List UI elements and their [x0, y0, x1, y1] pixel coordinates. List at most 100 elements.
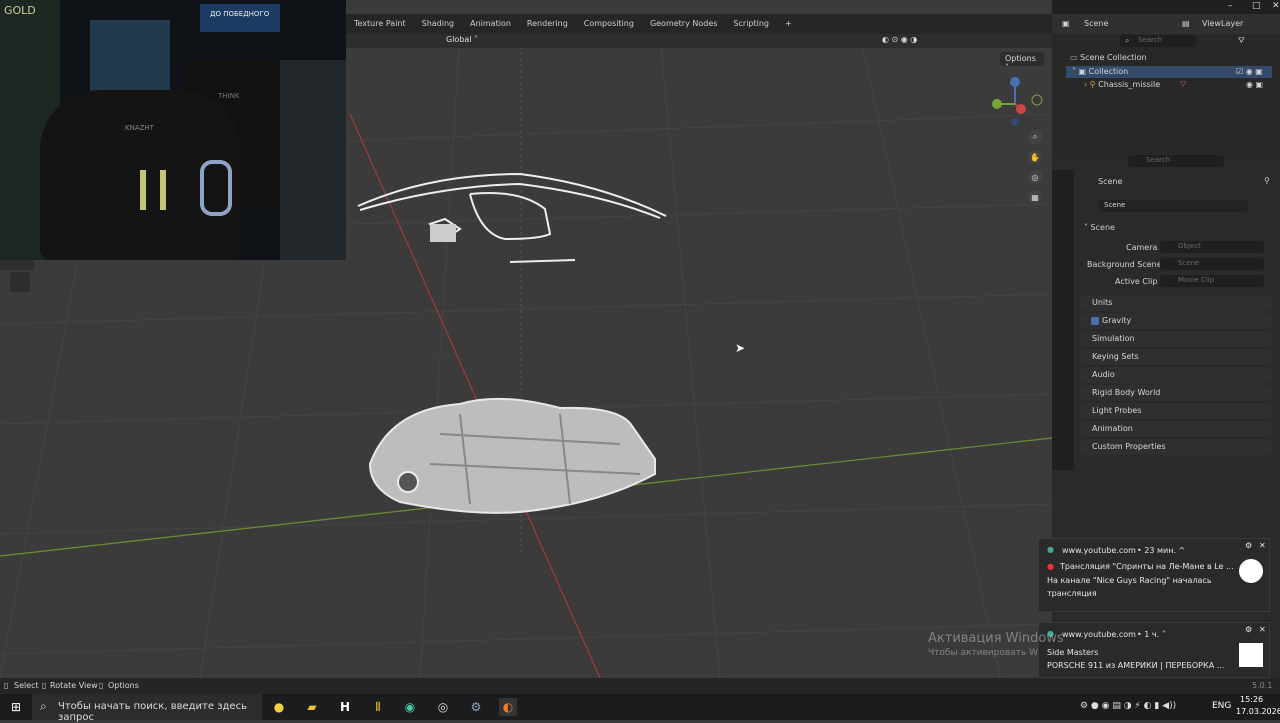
active-clip-field[interactable]: Movie Clip	[1160, 275, 1264, 287]
tab-scripting[interactable]: Scripting	[725, 14, 777, 34]
close-icon[interactable]: ✕	[1259, 625, 1266, 634]
maximize-button[interactable]: □	[1252, 1, 1261, 11]
viewport-shading-icons[interactable]: ◐ ⊙ ◉ ◑	[882, 35, 917, 44]
outliner-item-collection[interactable]: ˅ ▣ Collection	[1072, 67, 1128, 76]
panel-audio[interactable]: Audio	[1080, 367, 1272, 383]
channel-avatar	[1239, 643, 1263, 667]
car-chassis	[368, 397, 656, 514]
outliner-item-label: Chassis_missile	[1098, 80, 1161, 89]
panel-units[interactable]: Units	[1080, 295, 1272, 311]
properties-tabs	[1052, 170, 1074, 470]
version-label: 5.0.1	[1252, 681, 1273, 690]
clock-time[interactable]: 15:26	[1240, 695, 1263, 704]
scene-selector-icon[interactable]: ▣	[1062, 19, 1070, 28]
background-scene-field[interactable]: Scene	[1160, 258, 1264, 270]
options-dropdown[interactable]: Options ˅	[1000, 52, 1044, 72]
outliner-item-label: Scene Collection	[1080, 53, 1147, 62]
live-dot-icon: ●	[1047, 562, 1054, 571]
background-scene-value: Scene	[1178, 259, 1200, 267]
emoji-app-icon[interactable]: ●	[270, 698, 288, 716]
scene-field-value: Scene	[1104, 201, 1126, 209]
close-button[interactable]: ✕	[1272, 1, 1280, 11]
panel-label: Animation	[1092, 424, 1133, 433]
object-icon: › ⚲	[1084, 80, 1096, 89]
outliner-item-chassis[interactable]: › ⚲ Chassis_missile	[1084, 80, 1160, 89]
workspace-tabs: Texture Paint Shading Animation Renderin…	[346, 14, 800, 34]
panel-gravity[interactable]: Gravity	[1080, 313, 1272, 329]
background-scene-label: Background Scene	[1087, 260, 1162, 269]
tab-shading[interactable]: Shading	[414, 14, 463, 34]
notification-time: • 23 мин. ^	[1137, 546, 1186, 555]
activation-watermark-text: Чтобы активировать Windows, перейдите в …	[928, 648, 1038, 658]
notification-title: Side Masters	[1047, 648, 1099, 657]
outliner-search-placeholder: Search	[1138, 36, 1163, 44]
search-icon: ⌕	[40, 699, 47, 713]
poster-text: THINK	[218, 92, 240, 100]
outliner-search-input[interactable]: Search	[1120, 35, 1196, 47]
taskbar-search[interactable]: ⌕ Чтобы начать поиск, введите здесь запр…	[32, 694, 262, 723]
panel-light-probes[interactable]: Light Probes	[1080, 403, 1272, 419]
panel-custom-properties[interactable]: Custom Properties	[1080, 439, 1272, 455]
grid-view-icon[interactable]: ▦	[1028, 190, 1042, 204]
cube-tool-icon[interactable]	[10, 272, 30, 292]
outliner-item-scene-collection[interactable]: ▭ Scene Collection	[1070, 53, 1147, 62]
camera-field[interactable]: Object	[1160, 241, 1264, 253]
hand-pan-icon[interactable]: ✋	[1028, 150, 1042, 164]
windows-start-icon[interactable]: ⊞	[7, 698, 25, 716]
camera-view-icon[interactable]: ◎	[1028, 170, 1042, 184]
tab-geometry-nodes[interactable]: Geometry Nodes	[642, 14, 725, 34]
file-explorer-icon[interactable]: ▰	[303, 698, 321, 716]
activation-watermark-title: Активация Windows	[928, 631, 1064, 646]
tab-animation[interactable]: Animation	[462, 14, 519, 34]
panel-animation[interactable]: Animation	[1080, 421, 1272, 437]
scene-section-header[interactable]: ˅ Scene	[1084, 223, 1115, 232]
language-indicator[interactable]: ENG	[1212, 701, 1231, 711]
panel-rigid-body-world[interactable]: Rigid Body World	[1080, 385, 1272, 401]
h-app-icon[interactable]: H	[336, 698, 354, 716]
panel-simulation[interactable]: Simulation	[1080, 331, 1272, 347]
visibility-icon[interactable]: ◉ ▣	[1246, 80, 1263, 89]
notification-card[interactable]: ● www.youtube.com • 1 ч. ˅ ⚙ ✕ Side Mast…	[1038, 622, 1270, 678]
mouse-middle-icon: ▯	[42, 681, 47, 690]
pin-icon[interactable]: ⚲	[1264, 176, 1270, 185]
status-rotate-view: Rotate View	[50, 681, 98, 690]
blender-icon[interactable]: ◐	[499, 698, 517, 716]
camera-value: Object	[1178, 242, 1201, 250]
filter-icon[interactable]: ⛛	[1238, 36, 1245, 46]
settings-icon[interactable]: ⚙	[1245, 541, 1252, 550]
gravity-checkbox[interactable]	[1091, 317, 1099, 325]
notification-source: www.youtube.com	[1062, 546, 1136, 555]
panel-keying-sets[interactable]: Keying Sets	[1080, 349, 1272, 365]
tray-icons[interactable]: ⚙ ● ◉ ▤ ◑ ⚡ ◐ ▮ ◀))	[1080, 701, 1176, 711]
panel-label: Light Probes	[1092, 406, 1142, 415]
cc-app-icon[interactable]: ◎	[434, 698, 452, 716]
zoom-icon[interactable]: ⌕	[1028, 130, 1042, 144]
notification-source: www.youtube.com	[1062, 630, 1136, 639]
minimize-button[interactable]: –	[1228, 1, 1233, 11]
scene-field[interactable]: Scene	[1098, 200, 1248, 212]
view-layer-icon[interactable]: ▤	[1182, 19, 1190, 28]
car-parts-wireframe	[357, 172, 667, 263]
tab-rendering[interactable]: Rendering	[519, 14, 576, 34]
steam-icon[interactable]: ⚙	[467, 698, 485, 716]
panel-label: Gravity	[1102, 316, 1132, 325]
navigation-gizmo[interactable]	[985, 74, 1045, 134]
view-layer-label[interactable]: ViewLayer	[1202, 19, 1243, 28]
ii-app-icon[interactable]: ⫴	[369, 698, 387, 716]
notification-time: • 1 ч. ˅	[1137, 630, 1166, 639]
chrome-icon: ●	[1047, 545, 1054, 554]
tab-compositing[interactable]: Compositing	[576, 14, 642, 34]
properties-search-input[interactable]: Search	[1128, 155, 1224, 167]
chrome-icon[interactable]: ◉	[401, 698, 419, 716]
scene-selector-label[interactable]: Scene	[1084, 19, 1108, 28]
notification-card[interactable]: ● www.youtube.com • 23 мин. ^ ⚙ ✕ ● Тран…	[1038, 538, 1270, 612]
tab-texture-paint[interactable]: Texture Paint	[346, 14, 414, 34]
collection-icon: ▭	[1070, 53, 1078, 62]
transform-orientation-dropdown[interactable]: Global ˅	[446, 35, 478, 44]
settings-icon[interactable]: ⚙	[1245, 625, 1252, 634]
close-icon[interactable]: ✕	[1259, 541, 1266, 550]
checkbox-icon[interactable]: ☑ ◉ ▣	[1236, 67, 1263, 76]
clock-date[interactable]: 17.03.2026	[1236, 707, 1280, 716]
add-workspace-button[interactable]: +	[777, 14, 800, 34]
window-controls: – □ ✕	[1052, 0, 1280, 14]
